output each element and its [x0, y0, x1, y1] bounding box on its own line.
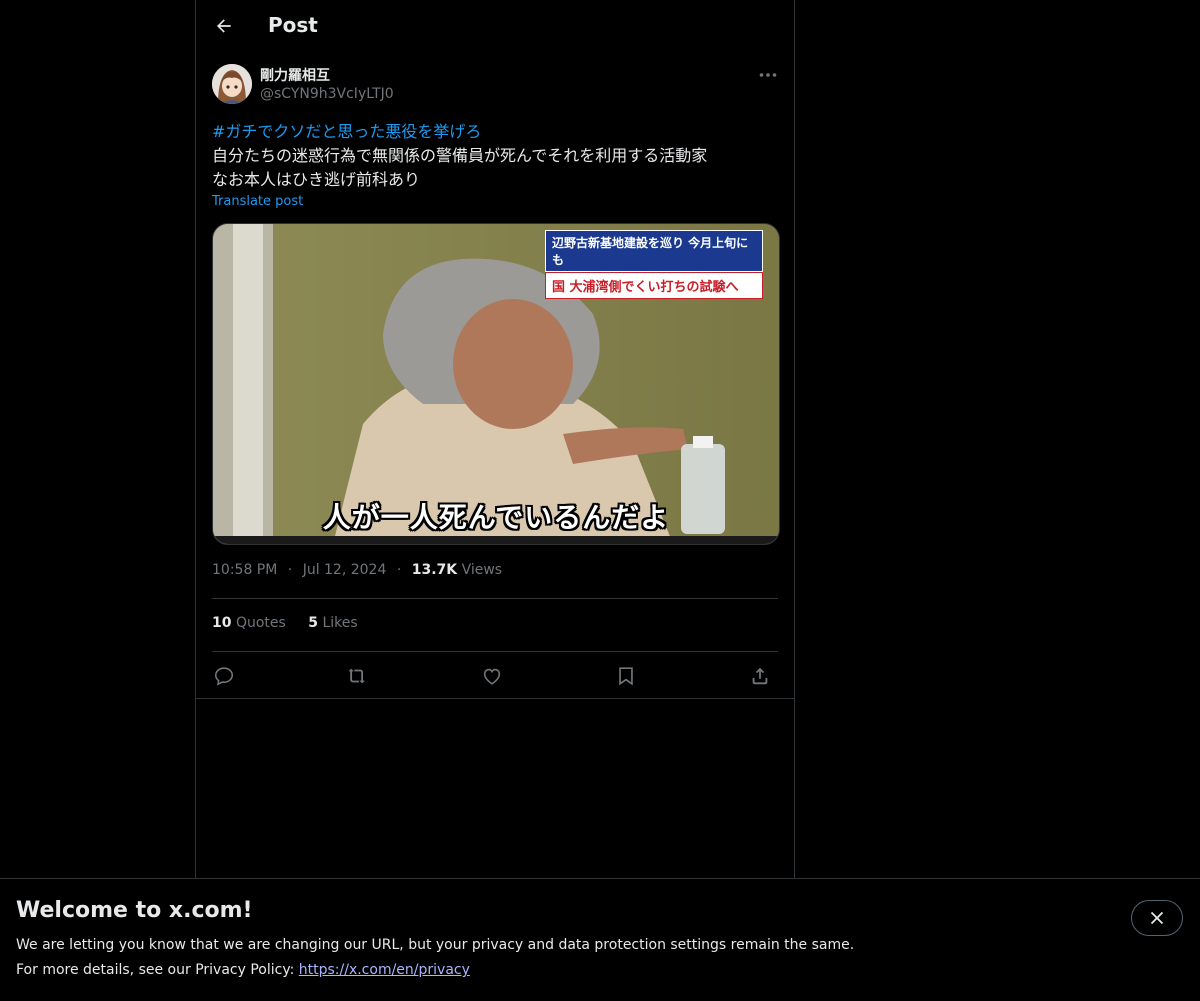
media-caption: 人が一人死んでいるんだよ	[322, 501, 670, 534]
likes-stat[interactable]: 5 Likes	[308, 615, 357, 631]
action-bar	[212, 664, 778, 688]
ticker-top-text: 辺野古新基地建設を巡り 今月上旬にも	[545, 230, 763, 272]
hashtag-link[interactable]: #ガチでクソだと思った悪役を挙げろ	[212, 122, 481, 141]
quotes-count: 10	[212, 615, 232, 631]
post-time[interactable]: 10:58 PM	[212, 562, 277, 578]
post-text: #ガチでクソだと思った悪役を挙げろ 自分たちの迷惑行為で無関係の警備員が死んでそ…	[212, 120, 778, 192]
views-label: Views	[461, 562, 503, 578]
quotes-stat[interactable]: 10 Quotes	[212, 615, 286, 631]
avatar[interactable]	[212, 64, 252, 104]
more-dots-icon	[759, 73, 777, 77]
likes-count: 5	[308, 615, 318, 631]
quotes-label: Quotes	[235, 615, 286, 631]
reply-icon	[214, 667, 234, 686]
author-display-name[interactable]: 剛力羅相互	[260, 65, 330, 85]
repost-icon	[348, 668, 365, 684]
back-button[interactable]	[210, 12, 238, 40]
banner-policy-prefix: For more details, see our Privacy Policy…	[16, 962, 299, 978]
post-stats: 10 Quotes 5 Likes	[212, 615, 376, 631]
meta-separator: ·	[287, 562, 293, 578]
welcome-banner: Welcome to x.com! We are letting you kno…	[0, 878, 1200, 1001]
top-bar: Post	[196, 0, 794, 53]
post-media-image[interactable]: 辺野古新基地建設を巡り 今月上旬にも 国 大浦湾側でくい打ちの試験へ 人が一人死…	[212, 223, 780, 545]
views-count: 13.7K	[411, 562, 458, 578]
close-icon	[1150, 911, 1164, 925]
post-date[interactable]: Jul 12, 2024	[303, 562, 387, 578]
banner-title: Welcome to x.com!	[16, 898, 253, 923]
ticker-bottom-text: 国 大浦湾側でくい打ちの試験へ	[545, 272, 763, 299]
post-text-line: 自分たちの迷惑行為で無関係の警備員が死んでそれを利用する活動家	[212, 146, 708, 165]
author-handle[interactable]: @sCYN9h3VcIyLTJ0	[260, 86, 394, 102]
more-options-button[interactable]	[756, 64, 780, 86]
divider	[212, 598, 778, 599]
privacy-policy-link[interactable]: https://x.com/en/privacy	[299, 962, 470, 978]
page-title: Post	[268, 13, 318, 37]
main-column: Post 剛力羅相互 @sCYN9h3VcIyLTJ0 #ガチでクソだと思った悪…	[195, 0, 795, 878]
bookmark-button[interactable]	[614, 664, 638, 688]
like-button[interactable]	[480, 664, 504, 688]
share-button[interactable]	[748, 664, 772, 688]
post-meta: 10:58 PM · Jul 12, 2024 · 13.7K Views	[212, 562, 502, 578]
close-banner-button[interactable]	[1131, 900, 1183, 936]
arrow-left-icon	[217, 19, 231, 33]
banner-policy-text: For more details, see our Privacy Policy…	[16, 962, 470, 978]
post-text-line: なお本人はひき逃げ前科あり	[212, 170, 421, 189]
news-ticker: 辺野古新基地建設を巡り 今月上旬にも 国 大浦湾側でくい打ちの試験へ	[545, 230, 763, 299]
like-icon	[483, 668, 501, 685]
bookmark-icon	[619, 667, 633, 686]
translate-post-link[interactable]: Translate post	[212, 194, 303, 209]
reply-button[interactable]	[212, 664, 236, 688]
avatar-image	[212, 64, 252, 104]
divider	[212, 651, 778, 652]
share-icon	[752, 667, 768, 685]
meta-separator: ·	[396, 562, 402, 578]
divider	[196, 698, 794, 699]
banner-message: We are letting you know that we are chan…	[16, 937, 855, 953]
likes-label: Likes	[322, 615, 358, 631]
repost-button[interactable]	[346, 664, 370, 688]
